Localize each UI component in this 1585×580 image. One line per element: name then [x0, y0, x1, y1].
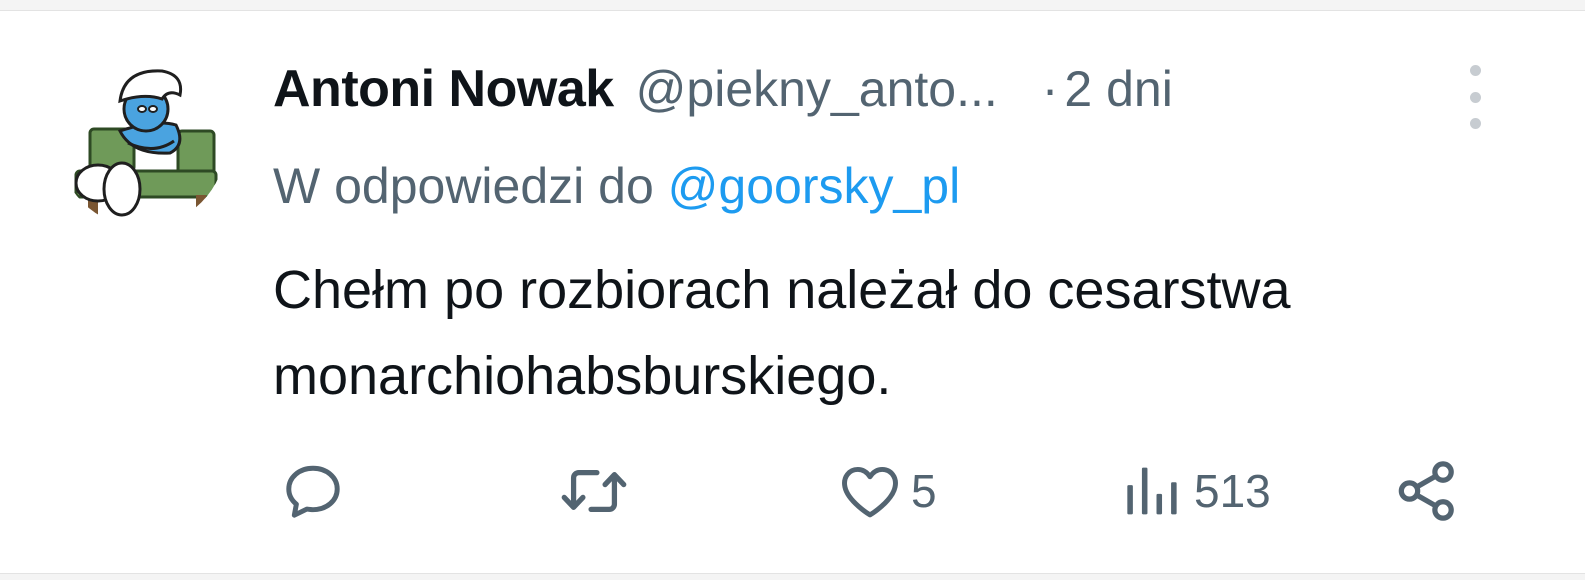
more-dot: [1469, 65, 1481, 76]
author-name[interactable]: Antoni Nowak: [273, 59, 614, 119]
separator-dot: ·: [1041, 61, 1059, 117]
reply-icon: [286, 465, 340, 518]
tweet-card[interactable]: Antoni Nowak @piekny_anto... · 2 dni W o…: [0, 10, 1585, 574]
share-button[interactable]: [1392, 451, 1462, 531]
like-button[interactable]: 5: [835, 451, 937, 531]
reply-prefix: W odpowiedzi do: [273, 158, 654, 214]
author-avatar[interactable]: [58, 59, 226, 227]
retweet-icon: [561, 470, 627, 512]
like-count: 5: [911, 465, 937, 517]
tweet-text: Chełm po rozbiorach należał do cesarstwa…: [273, 260, 1291, 406]
heart-icon: [842, 466, 898, 518]
reply-button[interactable]: [278, 451, 354, 531]
tweet-time[interactable]: 2 dni: [1064, 60, 1172, 118]
more-dot: [1469, 118, 1481, 129]
action-bar: 5 513: [0, 451, 1585, 531]
views-icon: [1127, 467, 1177, 515]
smurf-avatar-icon: [74, 69, 218, 217]
reply-mention-link[interactable]: @goorsky_pl: [668, 158, 961, 214]
more-options-button[interactable]: [1460, 65, 1490, 129]
reply-context: W odpowiedzi do @goorsky_pl: [273, 157, 960, 215]
more-dot: [1469, 91, 1481, 103]
tweet-header: Antoni Nowak @piekny_anto... · 2 dni: [273, 59, 1173, 119]
views-button[interactable]: 513: [1118, 451, 1271, 531]
views-count: 513: [1194, 465, 1271, 517]
share-icon: [1398, 461, 1454, 521]
author-handle[interactable]: @piekny_anto...: [636, 60, 998, 118]
retweet-button[interactable]: [555, 451, 639, 531]
